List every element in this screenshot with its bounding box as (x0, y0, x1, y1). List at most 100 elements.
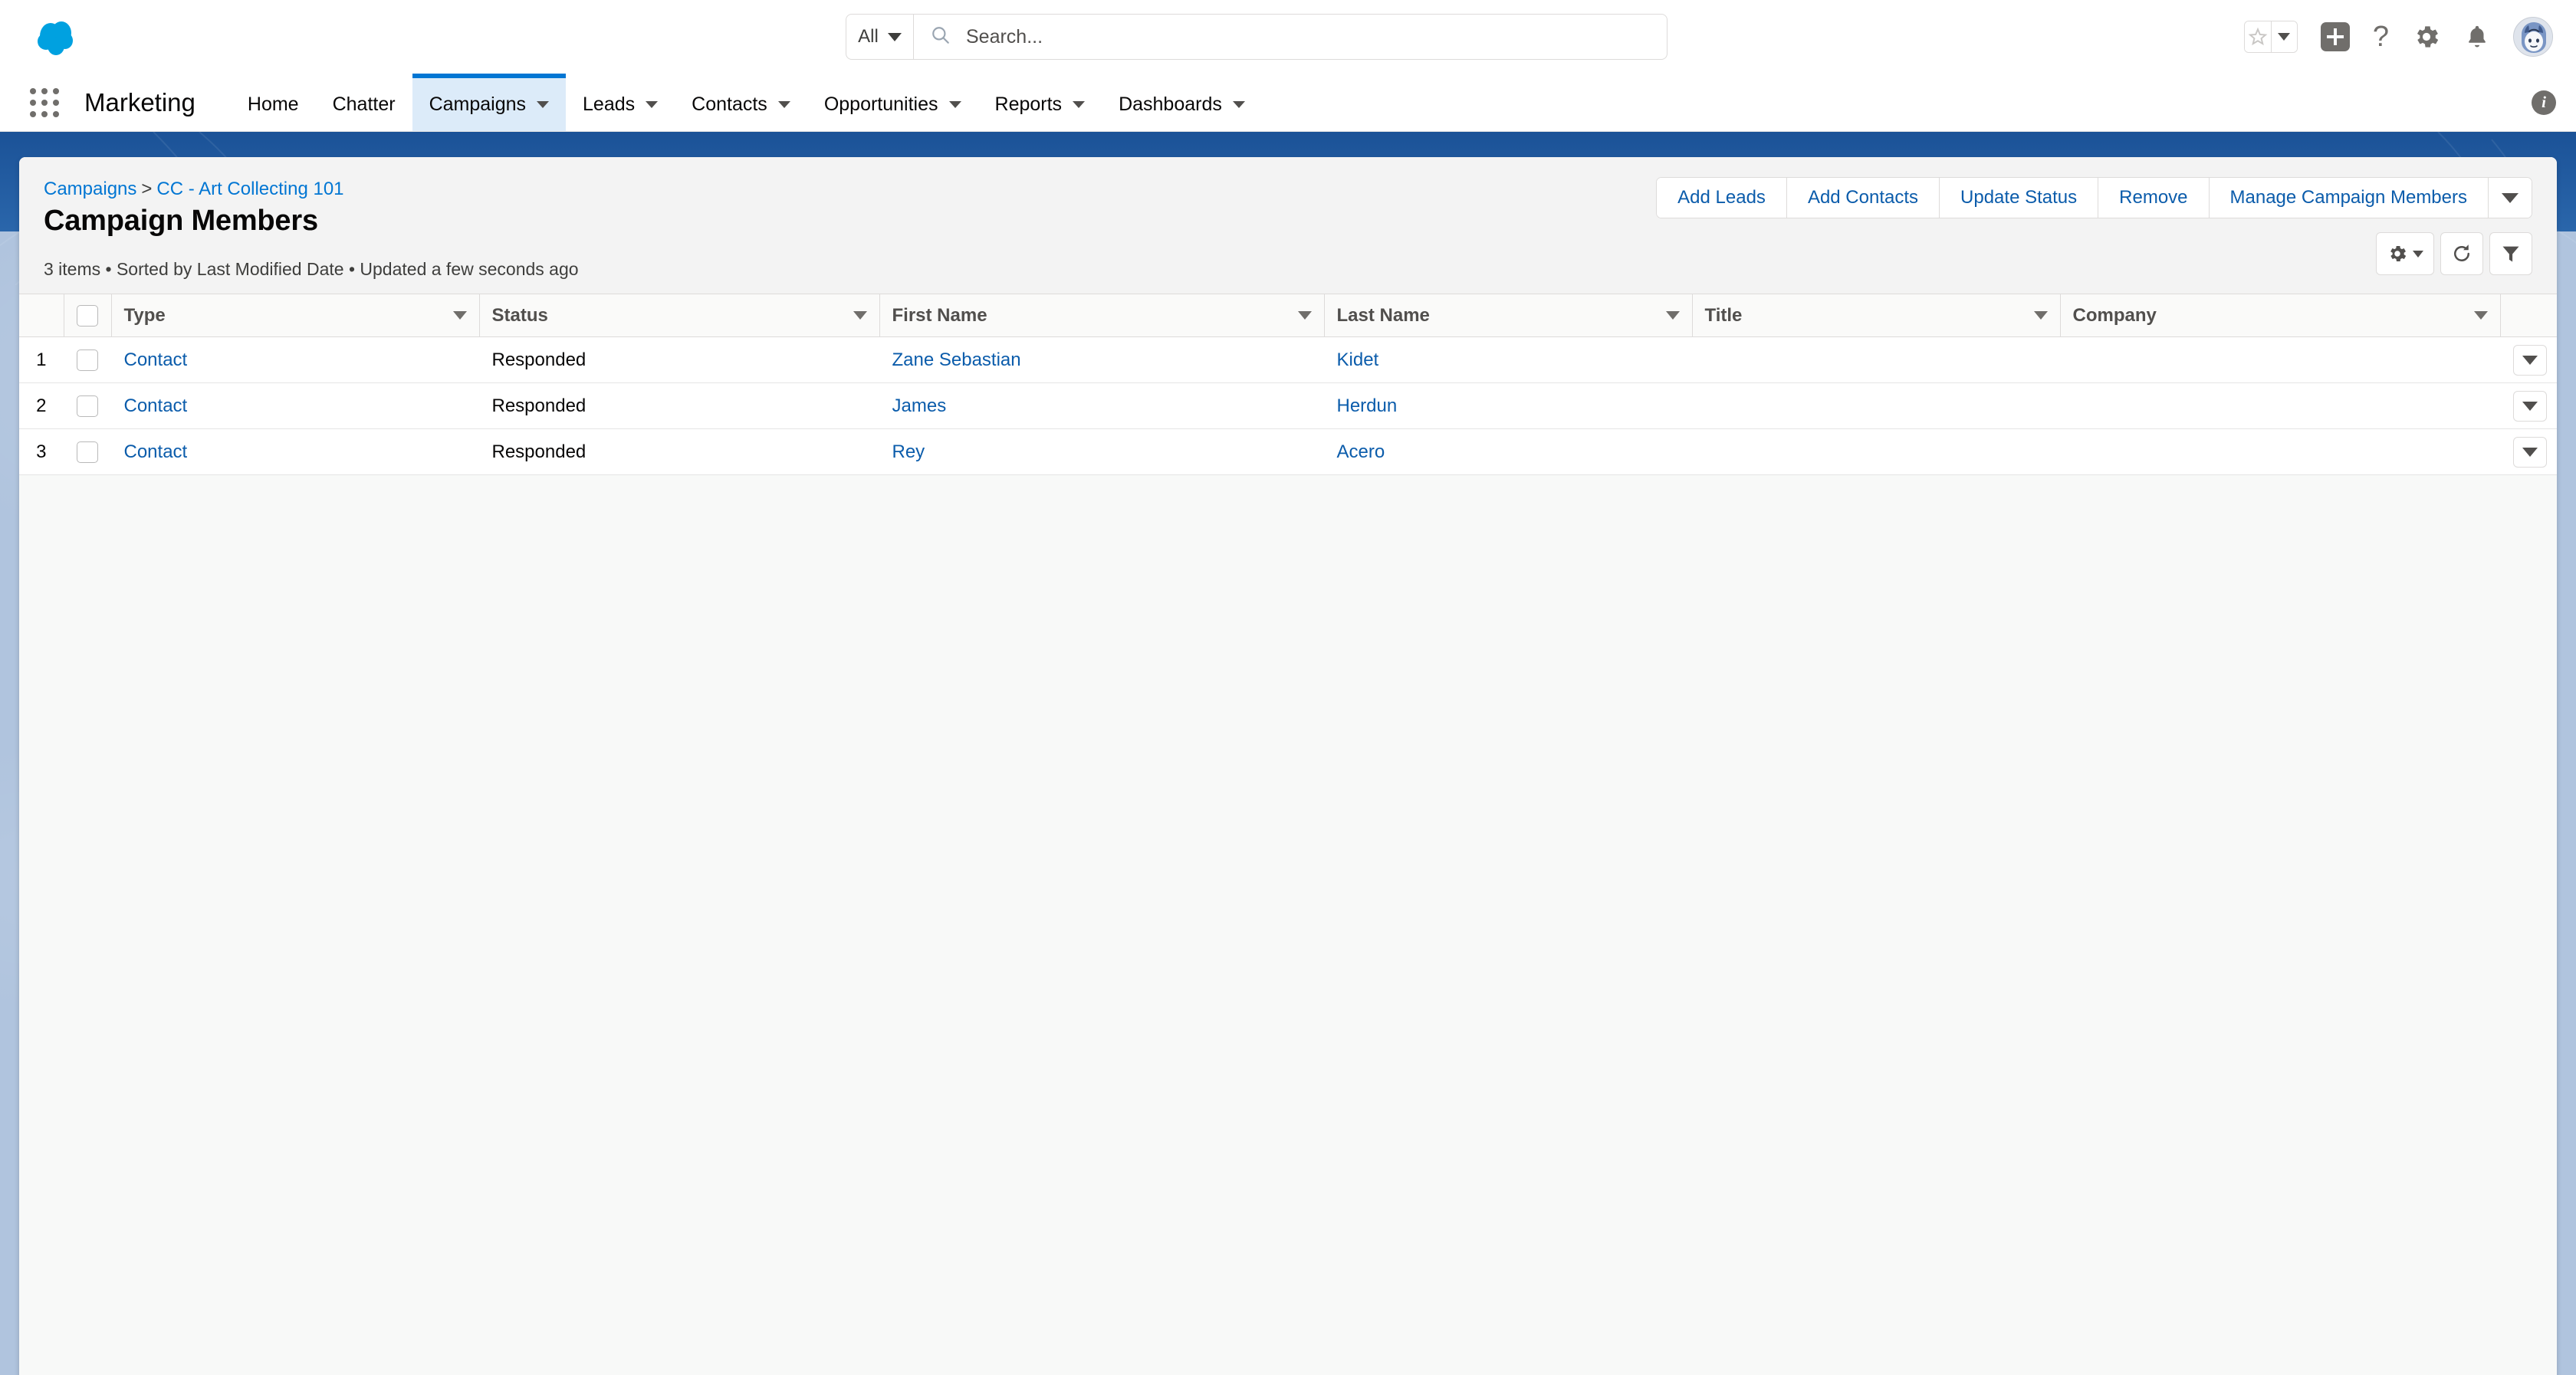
column-header-first-name[interactable]: First Name (879, 294, 1325, 337)
favorites-dropdown-icon[interactable] (2270, 21, 2297, 52)
table-row[interactable]: 2 Contact Responded James Herdun (19, 382, 2557, 429)
nav-item-leads[interactable]: Leads (566, 74, 675, 131)
type-link[interactable]: Contact (124, 395, 188, 416)
row-number: 2 (19, 382, 64, 429)
nav-item-dashboards[interactable]: Dashboards (1102, 74, 1262, 131)
chevron-down-icon (2522, 401, 2538, 411)
info-icon[interactable]: i (2532, 90, 2556, 115)
global-actions-button[interactable] (2320, 22, 2350, 51)
list-meta-info: 3 items • Sorted by Last Modified Date •… (44, 259, 579, 279)
chevron-down-icon[interactable] (1297, 311, 1312, 320)
row-select-cell[interactable] (64, 336, 111, 383)
manage-campaign-members-button[interactable]: Manage Campaign Members (2209, 178, 2489, 218)
row-actions-button[interactable] (2512, 344, 2547, 376)
breadcrumb-parent-link[interactable]: Campaigns (44, 179, 136, 199)
app-name[interactable]: Marketing (84, 74, 196, 131)
cell-title (1692, 382, 2060, 429)
column-header-title[interactable]: Title (1692, 294, 2061, 337)
column-label: First Name (892, 304, 987, 326)
list-view-controls-button[interactable] (2376, 232, 2434, 275)
refresh-button[interactable] (2440, 232, 2483, 275)
row-checkbox[interactable] (77, 395, 98, 417)
chevron-down-icon[interactable] (537, 101, 550, 108)
cell-last-name: Acero (1324, 428, 1692, 475)
chevron-down-icon[interactable] (1073, 101, 1086, 108)
select-all-header[interactable] (64, 294, 112, 337)
filters-button[interactable] (2489, 232, 2532, 275)
table-row[interactable]: 1 Contact Responded Zane Sebastian Kidet (19, 336, 2557, 383)
breadcrumb-current-link[interactable]: CC - Art Collecting 101 (156, 179, 343, 199)
chevron-down-icon[interactable] (452, 311, 467, 320)
update-status-button[interactable]: Update Status (1940, 178, 2099, 218)
nav-item-label: Leads (583, 94, 636, 115)
chevron-down-icon[interactable] (853, 311, 867, 320)
type-link[interactable]: Contact (124, 441, 188, 462)
search-scope-label: All (858, 26, 879, 47)
nav-item-reports[interactable]: Reports (978, 74, 1102, 131)
cell-first-name: James (879, 382, 1324, 429)
bell-icon (2469, 25, 2486, 48)
chevron-down-icon[interactable] (2033, 311, 2048, 320)
nav-item-opportunities[interactable]: Opportunities (807, 74, 978, 131)
app-launcher-icon[interactable] (28, 74, 61, 131)
column-header-type[interactable]: Type (111, 294, 480, 337)
last-name-link[interactable]: Herdun (1337, 395, 1398, 416)
cell-type: Contact (111, 428, 479, 475)
add-leads-button[interactable]: Add Leads (1657, 178, 1787, 218)
global-search[interactable]: All Search... (846, 14, 1668, 60)
row-select-cell[interactable] (64, 428, 111, 475)
cell-company (2060, 382, 2500, 429)
chevron-down-icon[interactable] (777, 101, 790, 108)
row-select-cell[interactable] (64, 382, 111, 429)
column-header-last-name[interactable]: Last Name (1324, 294, 1693, 337)
more-actions-button[interactable] (2489, 178, 2532, 218)
column-label: Company (2072, 304, 2157, 326)
row-checkbox[interactable] (77, 441, 98, 463)
type-link[interactable]: Contact (124, 349, 188, 370)
add-contacts-button[interactable]: Add Contacts (1786, 178, 1940, 218)
remove-button[interactable]: Remove (2098, 178, 2210, 218)
star-icon[interactable] (2244, 21, 2271, 52)
search-icon (931, 25, 951, 49)
cell-last-name: Kidet (1324, 336, 1692, 383)
column-header-company[interactable]: Company (2060, 294, 2501, 337)
chevron-down-icon (2502, 192, 2518, 203)
row-actions-cell[interactable] (2500, 428, 2557, 475)
nav-item-campaigns[interactable]: Campaigns (412, 74, 567, 131)
row-actions-button[interactable] (2512, 390, 2547, 422)
row-actions-cell[interactable] (2500, 336, 2557, 383)
cell-type: Contact (111, 336, 479, 383)
chevron-down-icon[interactable] (1665, 311, 1680, 320)
chevron-down-icon[interactable] (948, 101, 961, 108)
row-actions-cell[interactable] (2500, 382, 2557, 429)
table-row[interactable]: 3 Contact Responded Rey Acero (19, 428, 2557, 475)
nav-item-home[interactable]: Home (231, 74, 316, 131)
last-name-link[interactable]: Kidet (1337, 349, 1379, 370)
first-name-link[interactable]: Rey (892, 441, 925, 462)
last-name-link[interactable]: Acero (1337, 441, 1385, 462)
search-scope-selector[interactable]: All (846, 15, 914, 59)
nav-item-contacts[interactable]: Contacts (675, 74, 807, 131)
chevron-down-icon[interactable] (2473, 311, 2488, 320)
notifications-button[interactable] (2464, 24, 2490, 50)
table-empty-space (19, 475, 2557, 1375)
user-avatar[interactable] (2513, 17, 2553, 57)
nav-item-label: Campaigns (429, 94, 527, 115)
column-header-status[interactable]: Status (479, 294, 880, 337)
help-button[interactable]: ? (2373, 22, 2389, 51)
breadcrumb-separator: > (141, 179, 153, 199)
first-name-link[interactable]: James (892, 395, 947, 416)
nav-item-chatter[interactable]: Chatter (316, 74, 412, 131)
chevron-down-icon[interactable] (1232, 101, 1245, 108)
chevron-down-icon[interactable] (646, 101, 659, 108)
setup-button[interactable] (2412, 22, 2441, 51)
favorites-group[interactable] (2243, 21, 2298, 53)
search-input-area[interactable]: Search... (914, 15, 1667, 59)
cell-company (2060, 336, 2500, 383)
search-placeholder: Search... (966, 25, 1043, 48)
salesforce-cloud-logo[interactable] (31, 15, 90, 58)
first-name-link[interactable]: Zane Sebastian (892, 349, 1021, 370)
select-all-checkbox[interactable] (76, 304, 98, 327)
row-actions-button[interactable] (2512, 436, 2547, 468)
row-checkbox[interactable] (77, 349, 98, 371)
